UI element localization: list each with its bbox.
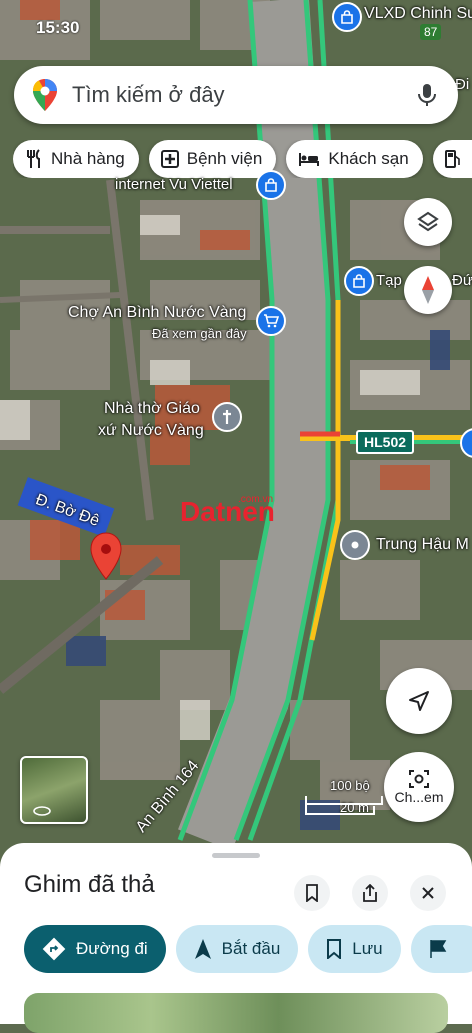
place-label-church[interactable]: Nhà thờ Giáo: [104, 400, 200, 418]
camera-lens-icon: [409, 770, 429, 788]
bookmark-button[interactable]: [294, 875, 330, 911]
share-button[interactable]: [352, 875, 388, 911]
chip-label: Nhà hàng: [51, 149, 125, 168]
fork-knife-icon: [27, 149, 40, 168]
bed-icon: [299, 153, 320, 166]
close-button[interactable]: [410, 875, 446, 911]
shopping-bag-icon[interactable]: [256, 170, 286, 200]
save-button[interactable]: Lưu: [308, 925, 401, 973]
sheet-actions: Đường đi Bắt đầu Lưu: [24, 925, 472, 973]
dropped-pin-marker[interactable]: [90, 532, 122, 580]
compass-button[interactable]: [404, 266, 452, 314]
chip-restaurants[interactable]: Nhà hàng: [13, 140, 139, 178]
save-label: Lưu: [352, 939, 383, 958]
church-cross-icon[interactable]: [212, 402, 242, 432]
scale-bar: [305, 796, 383, 815]
layers-button[interactable]: [404, 198, 452, 246]
hospital-icon: [160, 150, 179, 168]
chip-gas-stations[interactable]: [432, 140, 472, 178]
status-time: 15:30: [36, 18, 80, 37]
lens-label: Ch...em: [394, 789, 444, 805]
bookmark-icon: [327, 939, 342, 959]
gas-station-icon: [444, 150, 460, 168]
place-label-vlxd[interactable]: VLXD Chinh Su: [364, 5, 472, 23]
bottom-sheet[interactable]: Ghim đã thả Đường đi Bắt đầu Lưu: [0, 843, 472, 1033]
chip-hotels[interactable]: Khách sạn: [286, 140, 423, 178]
lens-button[interactable]: Ch...em: [384, 752, 454, 822]
share-icon: [363, 884, 377, 902]
place-label-internet[interactable]: internet Vu Viettel: [115, 176, 233, 193]
battery-badge: 87: [420, 24, 442, 40]
maps-pin-logo-icon: [33, 79, 57, 111]
shopping-bag-icon[interactable]: [344, 266, 374, 296]
compass-icon: [422, 276, 434, 304]
place-label-recent: Đã xem gần đây: [152, 326, 247, 341]
chip-label: Khách sạn: [328, 149, 409, 168]
road-shield-hl502: HL502: [356, 430, 415, 454]
layers-icon: [417, 211, 439, 232]
directions-icon: [42, 937, 66, 961]
street-view-thumbnail[interactable]: [20, 756, 88, 824]
chip-hospitals[interactable]: Bệnh viện: [148, 140, 277, 178]
navigation-arrow-icon: [194, 939, 211, 959]
place-photo[interactable]: [24, 993, 448, 1033]
category-chips: Nhà hàng Bệnh viện Khách sạn: [13, 140, 472, 178]
location-arrow-icon: [409, 691, 429, 711]
flag-icon: [429, 940, 446, 958]
place-label-church-2[interactable]: xứ Nước Vàng: [98, 422, 204, 440]
label-button[interactable]: [410, 925, 472, 973]
close-icon: [422, 887, 434, 899]
sheet-drag-handle[interactable]: [212, 853, 260, 858]
place-dot-icon[interactable]: [340, 530, 370, 560]
place-label-duc[interactable]: Đức: [452, 272, 472, 289]
microphone-icon[interactable]: [414, 82, 440, 108]
scale-imperial: 100 bộ: [330, 778, 370, 793]
place-label-cho[interactable]: Chợ An Bình Nước Vàng: [68, 304, 246, 322]
directions-label: Đường đi: [76, 939, 148, 958]
watermark-domain: .com.vn: [238, 494, 274, 505]
search-bar[interactable]: Tìm kiếm ở đây: [14, 66, 458, 124]
shopping-bag-icon[interactable]: [332, 2, 362, 32]
chip-label: Bệnh viện: [186, 149, 263, 168]
directions-button[interactable]: Đường đi: [24, 925, 166, 973]
my-location-button[interactable]: [386, 668, 452, 734]
start-button[interactable]: Bắt đầu: [175, 925, 299, 973]
start-label: Bắt đầu: [221, 939, 281, 958]
sheet-title: Ghim đã thả: [24, 871, 155, 898]
place-label-trung-hau[interactable]: Trung Hậu M: [376, 536, 469, 554]
search-input[interactable]: Tìm kiếm ở đây: [72, 82, 414, 108]
rotate-360-icon: [33, 806, 51, 816]
shopping-cart-icon[interactable]: [256, 306, 286, 336]
bookmark-icon: [306, 884, 318, 902]
place-label-tap[interactable]: Tạp: [376, 272, 402, 289]
